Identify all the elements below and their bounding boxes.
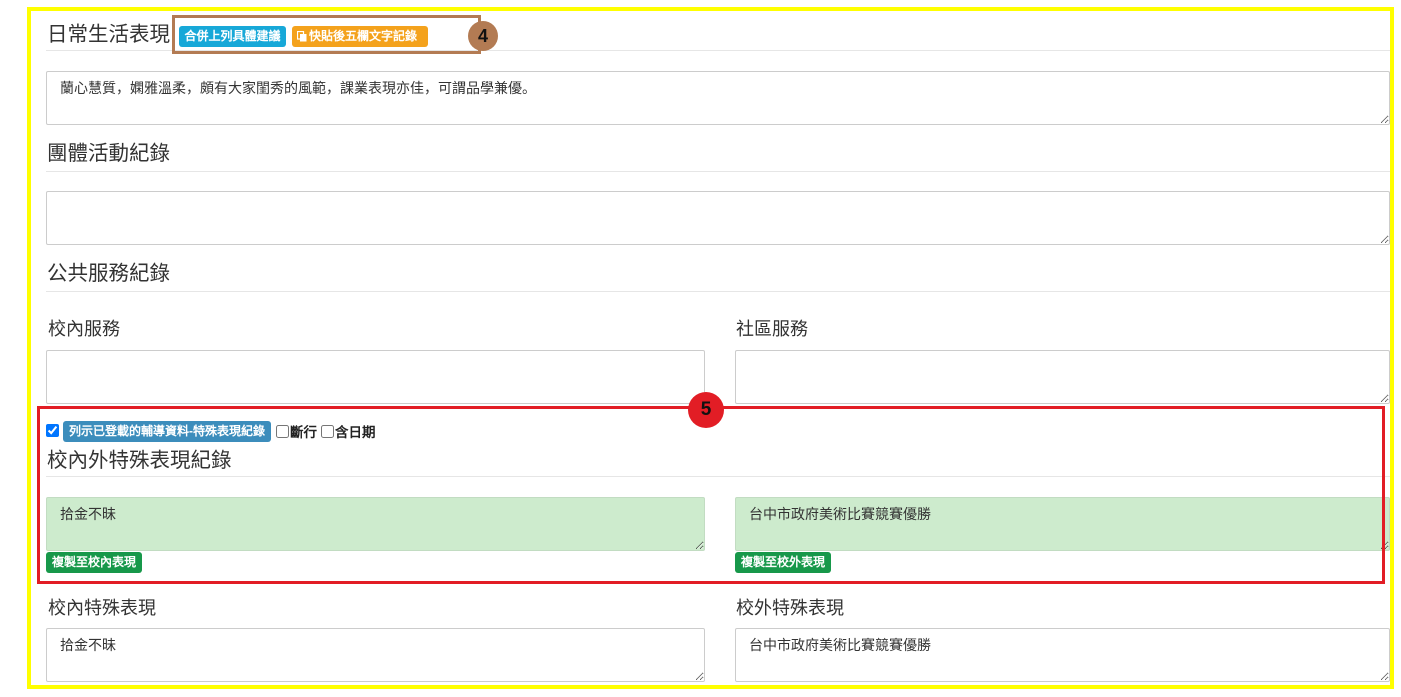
special-performance-heading: 校內外特殊表現紀錄 xyxy=(47,449,232,472)
inside-special-label: 校內特殊表現 xyxy=(48,598,156,618)
community-service-textarea[interactable] xyxy=(735,350,1390,404)
group-activity-heading: 團體活動紀錄 xyxy=(47,142,170,165)
copy-to-outside-label: 複製至校外表現 xyxy=(740,555,825,569)
annotation-badge-4: 4 xyxy=(468,21,498,51)
linebreak-checkbox[interactable] xyxy=(276,424,289,438)
outside-special-label: 校外特殊表現 xyxy=(736,598,844,618)
section-divider xyxy=(46,171,1390,172)
section-divider xyxy=(46,476,1390,477)
section-divider xyxy=(46,50,1390,51)
quick-paste-label: 快貼後五欄文字記錄 xyxy=(309,29,418,43)
list-counsel-records-button[interactable]: 列示已登載的輔導資料-特殊表現紀錄 xyxy=(63,421,271,442)
linebreak-option[interactable]: 斷行 xyxy=(276,422,317,440)
daily-life-textarea[interactable]: 蘭心慧質，嫻雅溫柔，頗有大家閨秀的風範，課業表現亦佳，可謂品學兼優。 xyxy=(46,71,1390,125)
counsel-inside-textarea[interactable]: 拾金不昧 xyxy=(46,497,705,551)
list-counsel-checkbox[interactable] xyxy=(46,424,59,437)
list-counsel-records-label: 列示已登載的輔導資料-特殊表現紀錄 xyxy=(69,424,265,438)
annotation-badge-5: 5 xyxy=(688,392,724,428)
include-date-label: 含日期 xyxy=(335,425,376,440)
daily-life-heading: 日常生活表現 xyxy=(47,23,170,46)
include-date-option[interactable]: 含日期 xyxy=(321,422,376,440)
include-date-checkbox[interactable] xyxy=(321,424,334,438)
public-service-heading: 公共服務紀錄 xyxy=(47,262,170,285)
copy-to-outside-button[interactable]: 複製至校外表現 xyxy=(735,552,831,573)
school-service-textarea[interactable] xyxy=(46,350,705,404)
copy-icon xyxy=(297,31,307,42)
outside-special-textarea[interactable]: 台中市政府美術比賽競賽優勝 xyxy=(735,628,1390,682)
inside-special-textarea[interactable]: 拾金不昧 xyxy=(46,628,705,682)
linebreak-label: 斷行 xyxy=(290,425,317,440)
community-service-label: 社區服務 xyxy=(736,319,808,339)
group-activity-textarea[interactable] xyxy=(46,191,1390,245)
copy-to-inside-button[interactable]: 複製至校內表現 xyxy=(46,552,142,573)
quick-paste-button[interactable]: 快貼後五欄文字記錄 xyxy=(292,26,428,47)
merge-suggestions-label: 合併上列具體建議 xyxy=(184,29,281,43)
merge-suggestions-button[interactable]: 合併上列具體建議 xyxy=(179,26,286,47)
copy-to-inside-label: 複製至校內表現 xyxy=(51,555,136,569)
section-divider xyxy=(46,291,1390,292)
counsel-outside-textarea[interactable]: 台中市政府美術比賽競賽優勝 xyxy=(735,497,1390,551)
school-service-label: 校內服務 xyxy=(48,319,120,339)
